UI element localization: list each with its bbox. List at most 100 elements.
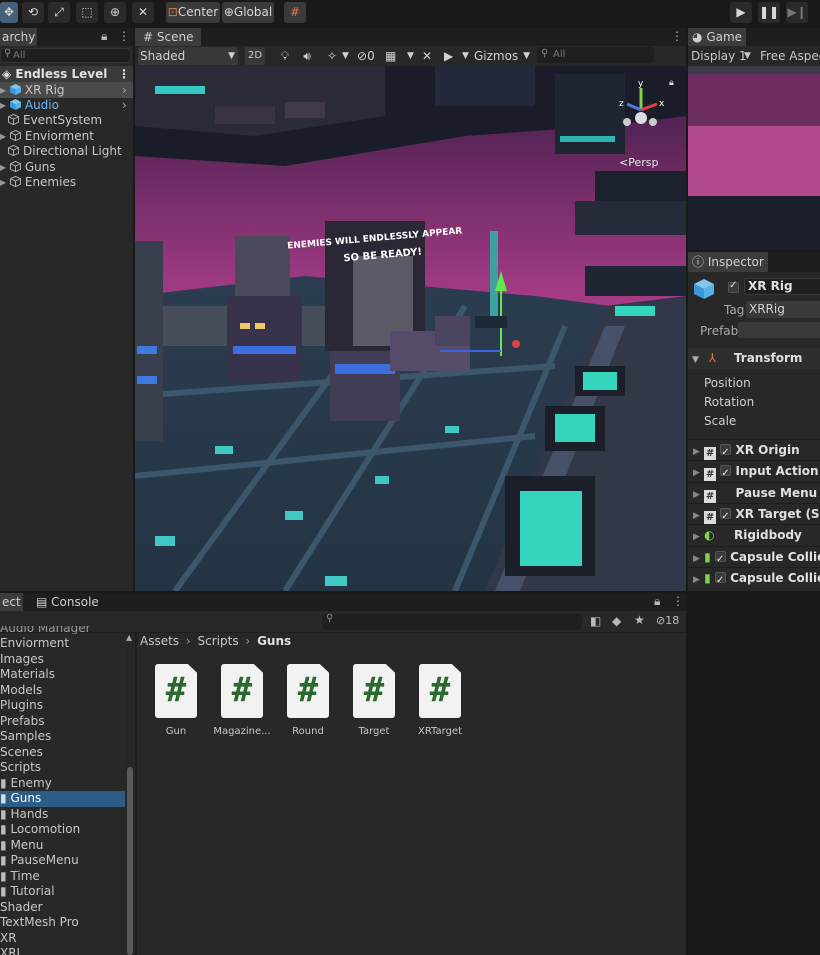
component-enable-checkbox[interactable] (720, 442, 732, 463)
tab-inspector[interactable]: ⓘ Inspector (688, 252, 768, 272)
scroll-up-icon[interactable]: ▲ (126, 633, 132, 642)
more-menu-icon[interactable]: ⋮ (671, 29, 683, 43)
chevron-down-icon[interactable]: ▼ (462, 47, 472, 65)
component-capsule-collider-1[interactable]: ▶ ▮ Capsule Collider (688, 546, 820, 570)
scene-viewport[interactable]: ENEMIES WILL ENDLESSLY APPEAR SO BE READ… (135, 66, 686, 591)
asset-xrtarget-script[interactable]: # XRTarget (407, 664, 473, 737)
folder-guns-selected[interactable]: ▮ Guns (0, 791, 125, 807)
tab-project[interactable]: ect (0, 593, 23, 611)
tools-icon[interactable]: ✕ (422, 47, 438, 65)
expand-arrow-icon[interactable]: ▸ (0, 160, 6, 174)
hierarchy-item-enemies[interactable]: ▸ Enemies (0, 174, 133, 190)
camera-icon[interactable]: ▶ (444, 47, 462, 65)
space-toggle[interactable]: ⊕Global (222, 2, 274, 23)
folder-textmesh-pro[interactable]: TextMesh Pro (0, 915, 125, 931)
folder-split-divider[interactable] (135, 633, 137, 955)
mode-2d-toggle[interactable]: 2D (245, 47, 265, 65)
expand-arrow-icon[interactable]: ▸ (0, 175, 6, 189)
prefab-overrides[interactable] (738, 322, 820, 338)
folder-scenes[interactable]: Scenes (0, 745, 125, 761)
component-rigidbody[interactable]: ▶ ◐ Rigidbody (688, 524, 820, 545)
orientation-gizmo[interactable]: y x z (613, 78, 669, 140)
hierarchy-item-eventsystem[interactable]: EventSystem (0, 112, 133, 128)
expand-arrow-icon[interactable]: ▸ (0, 98, 6, 112)
scale-tool-icon[interactable]: ⤢ (48, 2, 70, 23)
tab-scene[interactable]: # Scene (135, 28, 202, 46)
panel-divider[interactable] (686, 591, 688, 955)
step-button[interactable]: ▶❙ (786, 2, 808, 23)
asset-round-script[interactable]: # Round (275, 664, 341, 737)
lock-icon[interactable]: 🔒︎ (654, 594, 660, 609)
folder-tutorial[interactable]: ▮ Tutorial (0, 884, 125, 900)
folder-prefabs[interactable]: Prefabs (0, 714, 125, 730)
component-enable-checkbox[interactable] (720, 506, 732, 527)
chevron-down-icon[interactable]: ▼ (342, 47, 352, 65)
active-checkbox[interactable] (728, 280, 739, 295)
tag-dropdown[interactable]: XRRig (746, 301, 820, 318)
more-menu-icon[interactable]: ⋮ (118, 29, 130, 43)
component-pause-menu[interactable]: ▶ # Pause Menu (Sc (688, 482, 820, 503)
hidden-packages-toggle[interactable]: ⊘18 (656, 614, 679, 627)
shading-mode-dropdown[interactable]: Shaded ▼ (138, 47, 238, 65)
search-by-type-icon[interactable]: ◧ (590, 614, 601, 628)
breadcrumb-guns[interactable]: Guns (257, 634, 291, 648)
hierarchy-item-audio[interactable]: ▸ Audio › (0, 97, 133, 113)
folder-menu[interactable]: ▮ Menu (0, 838, 125, 854)
component-enable-checkbox[interactable] (714, 570, 726, 591)
folder-samples[interactable]: Samples (0, 729, 125, 745)
asset-gun-script[interactable]: # Gun (143, 664, 209, 737)
hierarchy-item-directional-light[interactable]: Directional Light (0, 143, 133, 159)
aspect-dropdown[interactable]: Free Aspect (760, 47, 820, 65)
chevron-down-icon[interactable]: ▼ (407, 47, 417, 65)
expand-arrow-icon[interactable]: ▸ (0, 129, 6, 143)
folder-materials[interactable]: Materials (0, 667, 125, 683)
folder-locomotion[interactable]: ▮ Locomotion (0, 822, 125, 838)
folder-shader[interactable]: Shader (0, 900, 125, 916)
hierarchy-item-guns[interactable]: ▸ Guns (0, 159, 133, 175)
scene-menu-icon[interactable]: ⋮ (118, 66, 130, 82)
gizmos-dropdown[interactable]: Gizmos ▼ (474, 47, 530, 65)
component-capsule-collider-2[interactable]: ▶ ▮ Capsule Collider (688, 567, 820, 591)
component-xr-target[interactable]: ▶ # XR Target (Scrip (688, 503, 820, 527)
scrollbar-thumb[interactable] (127, 767, 133, 955)
transform-tool-icon[interactable]: ⊕ (104, 2, 126, 23)
transform-header[interactable]: ▼ ⅄ Transform (688, 348, 820, 369)
scene-root-row[interactable]: ◈ Endless Level ⋮ (0, 66, 133, 82)
breadcrumb-scripts[interactable]: Scripts (198, 634, 239, 648)
asset-target-script[interactable]: # Target (341, 664, 407, 737)
hierarchy-item-enviorment[interactable]: ▸ Enviorment (0, 128, 133, 144)
folder-images[interactable]: Images (0, 652, 125, 668)
rect-tool-icon[interactable]: ⬚ (76, 2, 98, 23)
tab-hierarchy[interactable]: archy (0, 28, 38, 46)
component-enable-checkbox[interactable] (720, 463, 732, 484)
breadcrumb-assets[interactable]: Assets (140, 634, 179, 648)
display-dropdown[interactable]: Display 1 (691, 47, 747, 65)
lighting-icon[interactable]: 💡︎ (276, 47, 294, 65)
panel-divider-horizontal[interactable] (0, 591, 686, 593)
folder-scrollbar[interactable]: ▲ (126, 633, 134, 955)
label-tag-icon[interactable]: ◆ (612, 614, 621, 628)
grid-visibility-icon[interactable]: ▦ (385, 47, 407, 65)
folder-hands[interactable]: ▮ Hands (0, 807, 125, 823)
grid-snap-icon[interactable]: # (284, 2, 306, 23)
effects-icon[interactable]: ✧ (320, 47, 344, 65)
pause-button[interactable]: ❚❚ (758, 2, 780, 23)
folder-scripts[interactable]: Scripts (0, 760, 125, 776)
rotate-tool-icon[interactable]: ⟲ (22, 2, 44, 23)
folder-enemy[interactable]: ▮ Enemy (0, 776, 125, 792)
move-tool-icon[interactable]: ✥ (0, 2, 18, 23)
audio-icon[interactable]: 🔊︎ (298, 47, 316, 65)
expand-arrow-icon[interactable]: ▸ (0, 83, 6, 97)
custom-tool-icon[interactable]: ✕ (132, 2, 154, 23)
component-enable-checkbox[interactable] (714, 549, 726, 570)
folder-models[interactable]: Models (0, 683, 125, 699)
object-name-field[interactable]: XR Rig (744, 278, 820, 295)
component-xr-origin[interactable]: ▶ # XR Origin (688, 439, 820, 463)
folder-xri[interactable]: XRI (0, 946, 125, 955)
component-input-action[interactable]: ▶ # Input Action Ma (688, 460, 820, 484)
tab-console[interactable]: ▤ Console (28, 593, 107, 611)
tab-game[interactable]: ◕ Game (688, 28, 747, 46)
folder-xr[interactable]: XR (0, 931, 125, 947)
hidden-objects-toggle[interactable]: ⊘0 (357, 47, 381, 65)
lock-icon[interactable]: 🔒︎ (669, 78, 674, 88)
